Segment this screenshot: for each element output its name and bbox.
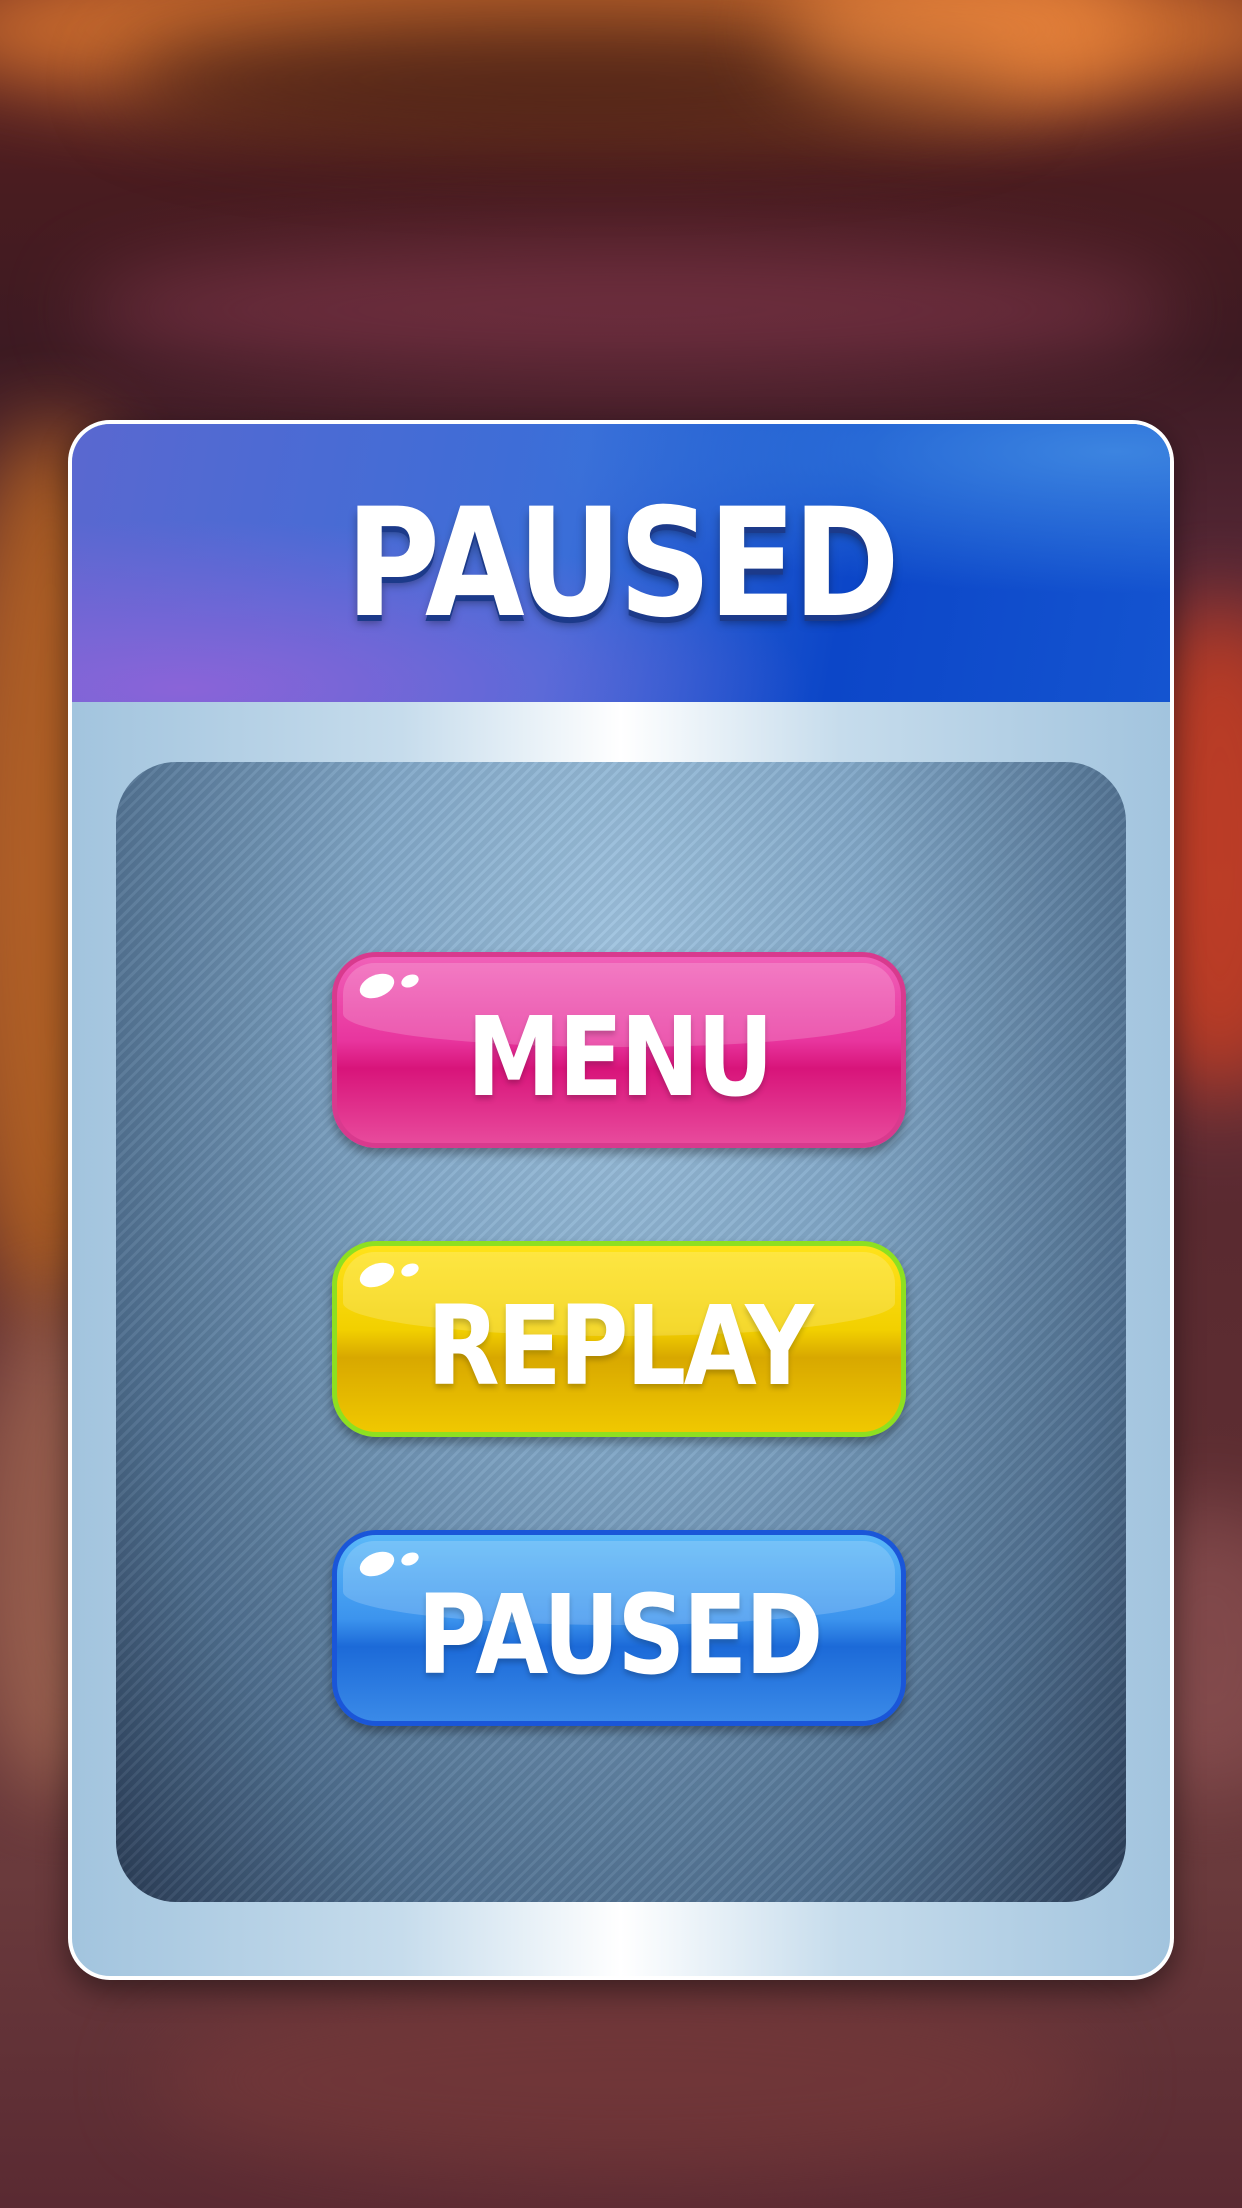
menu-button-label: MENU [466,993,774,1121]
dialog-title: PAUSED [345,477,900,651]
paused-button-label: PAUSED [417,1571,823,1699]
gloss-highlight [399,1261,421,1279]
gloss-highlight [399,1550,421,1568]
menu-button[interactable]: MENU [332,952,906,1148]
dialog-header: PAUSED [72,424,1170,702]
paused-button[interactable]: PAUSED [332,1530,906,1726]
replay-button-label: REPLAY [426,1282,814,1410]
replay-button[interactable]: REPLAY [332,1241,906,1437]
pause-dialog: PAUSED [68,420,1174,1980]
gloss-highlight [399,972,421,990]
